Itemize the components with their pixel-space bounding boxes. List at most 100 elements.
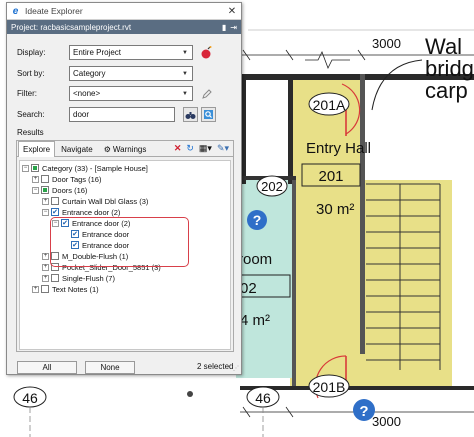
tree-toolbar: ✕ ↻ ▦▾ ✎▾ xyxy=(174,143,229,154)
tree-node-m-double-flush[interactable]: + M_Double-Flush (1) xyxy=(42,251,128,261)
room-area-left: 4 m² xyxy=(240,312,270,329)
collapse-icon[interactable]: − xyxy=(52,219,59,227)
select-none-button[interactable]: None xyxy=(85,361,135,374)
room-number-201: 201 xyxy=(318,168,343,185)
tree-label: M_Double-Flush (1) xyxy=(62,251,129,261)
checkbox[interactable] xyxy=(41,285,49,293)
resize-grip-icon[interactable]: ⋰ xyxy=(233,365,239,372)
tree-node-entrance-door-2[interactable]: ✔ Entrance door xyxy=(62,240,129,250)
filter-dropdown[interactable]: <none> ▼ xyxy=(69,86,193,101)
dimension-label-top: 3000 xyxy=(372,36,401,51)
dot-marker xyxy=(187,391,193,397)
help-marker-1: ? xyxy=(253,212,262,228)
checkbox[interactable] xyxy=(41,175,49,183)
tree-node-entrance-door-1[interactable]: ✔ Entrance door xyxy=(62,229,129,239)
checkbox-checked[interactable]: ✔ xyxy=(71,241,79,249)
room-tag-202: 202 xyxy=(261,179,283,194)
tree-label: Category (33) - [Sample House] xyxy=(42,163,148,173)
results-group: Explore Navigate ⚙ Warnings ✕ ↻ ▦▾ ✎▾ − … xyxy=(16,140,234,352)
checkbox[interactable] xyxy=(51,197,59,205)
collapse-icon[interactable]: − xyxy=(22,164,29,172)
dimension-label-bottom: 3000 xyxy=(372,414,401,429)
tree-node-pocket-slider[interactable]: + Pocket_Slider_Door_5851 (3) xyxy=(42,262,161,272)
checkbox[interactable] xyxy=(41,186,49,194)
tools-icon[interactable]: ✎▾ xyxy=(217,143,229,154)
tree-node-category[interactable]: − Category (33) - [Sample House] xyxy=(22,163,148,173)
tree-label: Entrance door xyxy=(82,229,130,239)
tree-node-text-notes[interactable]: + Text Notes (1) xyxy=(32,284,99,294)
filter-row: Filter: <none> ▼ xyxy=(17,86,214,101)
checkbox[interactable] xyxy=(51,274,59,282)
tree-node-entrance-door-type[interactable]: − ✔ Entrance door (2) xyxy=(52,218,130,228)
search-row: Search: door xyxy=(17,107,216,122)
sortby-label: Sort by: xyxy=(17,69,45,78)
tree-node-entrance-door-family[interactable]: − ✔ Entrance door (2) xyxy=(42,207,120,217)
search-input[interactable]: door xyxy=(69,107,175,122)
room-fill-stair xyxy=(362,180,452,388)
filter-label: Filter: xyxy=(17,89,37,98)
room-name-entry-hall: Entry Hall xyxy=(306,140,371,157)
tree-label: Entrance door (2) xyxy=(62,207,121,217)
tree-node-doors[interactable]: − Doors (16) xyxy=(32,185,87,195)
tree-label: Doors (16) xyxy=(52,185,88,195)
expand-icon[interactable]: + xyxy=(42,263,49,271)
sortby-row: Sort by: Category ▼ xyxy=(17,66,193,81)
edit-pencil-icon[interactable] xyxy=(199,86,214,101)
zoom-search-icon[interactable] xyxy=(201,107,216,122)
checkbox-checked[interactable]: ✔ xyxy=(61,219,69,227)
expand-icon[interactable]: + xyxy=(42,197,49,205)
grid-tag-1: 46 xyxy=(22,390,38,406)
project-bar: Project: racbasicsampleproject.rvt ▮ ⇥ xyxy=(7,20,241,34)
checkbox-checked[interactable]: ✔ xyxy=(51,208,59,216)
close-icon[interactable]: ✕ xyxy=(226,6,238,17)
expand-icon[interactable]: + xyxy=(32,175,39,183)
tab-warnings-label: Warnings xyxy=(112,145,147,154)
checkbox[interactable] xyxy=(51,263,59,271)
pin-icon[interactable]: ▮ xyxy=(222,23,226,32)
ideate-logo-icon: e xyxy=(12,5,19,17)
delete-icon[interactable]: ✕ xyxy=(174,143,182,154)
wall-middle xyxy=(288,74,293,184)
tree-label: Entrance door (2) xyxy=(72,218,131,228)
checkbox[interactable] xyxy=(31,164,39,172)
room-fill-entry-hall xyxy=(290,78,362,388)
collapse-icon[interactable]: − xyxy=(32,186,39,194)
expand-icon[interactable]: + xyxy=(32,285,39,293)
note-leader xyxy=(371,59,423,111)
window-title: Ideate Explorer xyxy=(25,6,83,16)
sortby-dropdown[interactable]: Category ▼ xyxy=(69,66,193,81)
room-name-left: room xyxy=(238,251,272,268)
tree-node-single-flush[interactable]: + Single-Flush (7) xyxy=(42,273,115,283)
checkbox[interactable] xyxy=(51,252,59,260)
select-all-button[interactable]: All xyxy=(17,361,77,374)
refresh-icon[interactable]: ↻ xyxy=(186,143,194,154)
chevron-down-icon: ▼ xyxy=(182,90,188,97)
checkbox-checked[interactable]: ✔ xyxy=(71,230,79,238)
title-bar[interactable]: e Ideate Explorer ✕ xyxy=(7,3,241,20)
tree-node-curtain-wall[interactable]: + Curtain Wall Dbl Glass (3) xyxy=(42,196,148,206)
note-line-3: carp xyxy=(425,78,468,103)
warning-icon: ⚙ xyxy=(103,145,111,154)
help-marker-2: ? xyxy=(359,403,368,420)
search-label: Search: xyxy=(17,110,45,119)
filter-value: <none> xyxy=(73,89,101,98)
wall-middle-lower xyxy=(292,178,296,388)
expand-icon[interactable]: + xyxy=(42,252,49,260)
view-options-icon[interactable]: ▦▾ xyxy=(199,143,212,154)
bomb-icon[interactable] xyxy=(199,45,214,60)
tree-label: Curtain Wall Dbl Glass (3) xyxy=(62,196,149,206)
tab-explore[interactable]: Explore xyxy=(18,141,56,157)
dock-icon[interactable]: ⇥ xyxy=(230,23,237,32)
expand-icon[interactable]: + xyxy=(42,274,49,282)
results-tree[interactable]: − Category (33) - [Sample House] + Door … xyxy=(19,160,231,350)
tree-label: Door Tags (16) xyxy=(52,174,102,184)
wall-right xyxy=(360,74,365,354)
collapse-icon[interactable]: − xyxy=(42,208,49,216)
tree-label: Entrance door xyxy=(82,240,130,250)
tree-node-door-tags[interactable]: + Door Tags (16) xyxy=(32,174,101,184)
binoculars-icon[interactable] xyxy=(183,107,198,122)
tab-warnings[interactable]: ⚙ Warnings xyxy=(99,142,152,156)
display-dropdown[interactable]: Entire Project ▼ xyxy=(69,45,193,60)
tab-navigate[interactable]: Navigate xyxy=(56,142,98,156)
tree-label: Single-Flush (7) xyxy=(62,273,115,283)
